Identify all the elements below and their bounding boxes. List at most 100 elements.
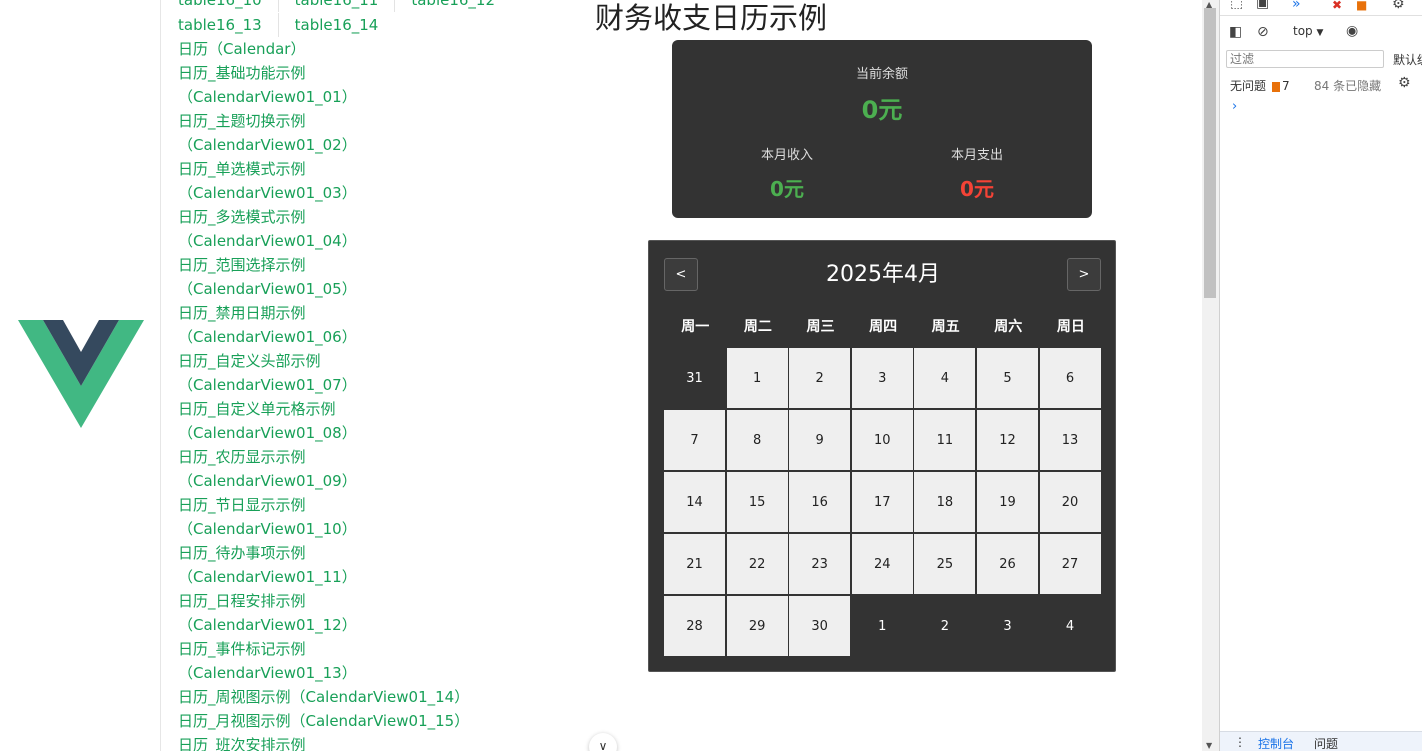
calendar-day[interactable]: 3	[851, 348, 913, 408]
nav-link[interactable]: table16_12	[411, 0, 511, 12]
nav-link[interactable]: 日历_多选模式示例	[178, 205, 578, 229]
calendar-day[interactable]: 21	[664, 534, 725, 594]
nav-link[interactable]: 日历_基础功能示例	[178, 61, 578, 85]
tab-issues[interactable]: 问题	[1314, 735, 1338, 751]
nav-link[interactable]: （CalendarView01_04）	[178, 229, 578, 253]
inspect-icon[interactable]: ⬚	[1230, 0, 1243, 10]
device-toggle-icon[interactable]: ▣	[1256, 0, 1269, 10]
nav-link[interactable]: （CalendarView01_10）	[178, 517, 578, 541]
vue-logo	[18, 320, 144, 428]
nav-link[interactable]: 日历_自定义头部示例	[178, 349, 578, 373]
calendar-day[interactable]: 12	[976, 410, 1038, 470]
nav-link[interactable]: （CalendarView01_06）	[178, 325, 578, 349]
calendar-day[interactable]: 25	[914, 534, 976, 594]
nav-link[interactable]: 日历_范围选择示例	[178, 253, 578, 277]
issues-indicator[interactable]: 无问题 7	[1230, 77, 1290, 94]
calendar-day[interactable]: 11	[914, 410, 976, 470]
calendar-day[interactable]: 2	[789, 348, 851, 408]
nav-table-row-1: table16_10 table16_11 table16_12	[178, 0, 527, 12]
nav-link[interactable]: （CalendarView01_03）	[178, 181, 578, 205]
calendar-day[interactable]: 10	[851, 410, 913, 470]
nav-link[interactable]: （CalendarView01_07）	[178, 373, 578, 397]
nav-link[interactable]: （CalendarView01_13）	[178, 661, 578, 685]
devtools-panel: ⬚ ▣ » ✖ ■ ⚙ ◧ ⊘ top ▼ ◉ 过滤 默认级 无问题 7 84 条…	[1219, 0, 1422, 751]
calendar-day[interactable]: 20	[1039, 472, 1101, 532]
calendar-day[interactable]: 8	[726, 410, 788, 470]
nav-link[interactable]: 日历_节日显示示例	[178, 493, 578, 517]
nav-link[interactable]: 日历（Calendar）	[178, 37, 578, 61]
nav-link[interactable]: 日历_待办事项示例	[178, 541, 578, 565]
nav-link[interactable]: 日历_周视图示例（CalendarView01_14）	[178, 685, 578, 709]
calendar-day[interactable]: 19	[976, 472, 1038, 532]
nav-link[interactable]: 日历_月视图示例（CalendarView01_15）	[178, 709, 578, 733]
calendar-day-other-month: 2	[914, 596, 976, 656]
scroll-up-arrow-icon[interactable]: ▲	[1206, 0, 1212, 9]
calendar-day[interactable]: 9	[789, 410, 851, 470]
next-month-button[interactable]: >	[1067, 258, 1101, 291]
more-tabs-icon[interactable]: »	[1292, 0, 1301, 11]
sidebar-toggle-icon[interactable]: ◧	[1229, 25, 1242, 39]
tab-console[interactable]: 控制台	[1258, 735, 1294, 751]
filter-input[interactable]: 过滤	[1226, 50, 1384, 68]
error-icon[interactable]: ✖	[1332, 0, 1342, 12]
clear-console-icon[interactable]: ⊘	[1257, 25, 1269, 39]
calendar-day[interactable]: 17	[851, 472, 913, 532]
scroll-down-arrow-icon[interactable]: ▼	[1206, 741, 1212, 750]
eye-icon[interactable]: ◉	[1346, 24, 1358, 38]
warning-icon[interactable]: ■	[1356, 0, 1367, 12]
calendar-day[interactable]: 6	[1039, 348, 1101, 408]
weekday-label: 周日	[1056, 319, 1085, 335]
drawer-menu-icon[interactable]: ⋮	[1234, 735, 1246, 749]
nav-link[interactable]: （CalendarView01_12）	[178, 613, 578, 637]
settings-gear-icon[interactable]: ⚙	[1392, 0, 1405, 11]
calendar-day[interactable]: 13	[1039, 410, 1101, 470]
weekday-label: 周二	[743, 319, 772, 335]
calendar-day[interactable]: 26	[976, 534, 1038, 594]
nav-link[interactable]: （CalendarView01_02）	[178, 133, 578, 157]
calendar-day[interactable]: 5	[976, 348, 1038, 408]
calendar-day[interactable]: 23	[789, 534, 851, 594]
nav-link[interactable]: 日历_单选模式示例	[178, 157, 578, 181]
calendar-day[interactable]: 7	[664, 410, 725, 470]
nav-link[interactable]: table16_11	[295, 0, 396, 12]
calendar-day[interactable]: 14	[664, 472, 725, 532]
nav-link[interactable]: 日历_事件标记示例	[178, 637, 578, 661]
nav-link[interactable]: （CalendarView01_01）	[178, 85, 578, 109]
calendar-day[interactable]: 28	[664, 596, 725, 656]
calendar-day[interactable]: 18	[914, 472, 976, 532]
nav-link[interactable]: （CalendarView01_08）	[178, 421, 578, 445]
nav-link[interactable]: （CalendarView01_11）	[178, 565, 578, 589]
calendar-day[interactable]: 29	[726, 596, 788, 656]
nav-link[interactable]: table16_10	[178, 0, 279, 12]
nav-link[interactable]: 日历_日程安排示例	[178, 589, 578, 613]
calendar-day[interactable]: 27	[1039, 534, 1101, 594]
calendar-day[interactable]: 15	[726, 472, 788, 532]
weekday-label: 周六	[994, 319, 1023, 335]
balance-value: 0元	[861, 96, 903, 124]
calendar-day[interactable]: 16	[789, 472, 851, 532]
calendar-day[interactable]: 4	[914, 348, 976, 408]
scroll-toggle-button[interactable]: ∨	[589, 733, 617, 751]
calendar-day[interactable]: 24	[851, 534, 913, 594]
nav-link[interactable]: 日历_农历显示示例	[178, 445, 578, 469]
calendar-day[interactable]: 1	[726, 348, 788, 408]
nav-link[interactable]: （CalendarView01_09）	[178, 469, 578, 493]
nav-link[interactable]: table16_14	[295, 13, 395, 37]
expense-label: 本月支出	[950, 148, 1003, 163]
console-prompt-icon[interactable]: ›	[1232, 99, 1237, 114]
weekday-label: 周一	[681, 319, 710, 335]
nav-link[interactable]: 日历_自定义单元格示例	[178, 397, 578, 421]
calendar-day[interactable]: 22	[726, 534, 788, 594]
scrollbar-thumb[interactable]	[1204, 8, 1216, 298]
sidebar-nav: table16_10 table16_11 table16_12 table16…	[160, 0, 580, 751]
nav-link[interactable]: table16_13	[178, 13, 279, 37]
context-selector[interactable]: top ▼	[1293, 24, 1323, 38]
log-levels-dropdown[interactable]: 默认级	[1393, 51, 1422, 68]
income-value: 0元	[770, 177, 804, 201]
nav-link[interactable]: 日历_主题切换示例	[178, 109, 578, 133]
nav-link[interactable]: 日历_班次安排示例	[178, 733, 578, 751]
calendar-day[interactable]: 30	[789, 596, 851, 656]
nav-link[interactable]: （CalendarView01_05）	[178, 277, 578, 301]
console-settings-icon[interactable]: ⚙	[1398, 76, 1411, 90]
nav-link[interactable]: 日历_禁用日期示例	[178, 301, 578, 325]
